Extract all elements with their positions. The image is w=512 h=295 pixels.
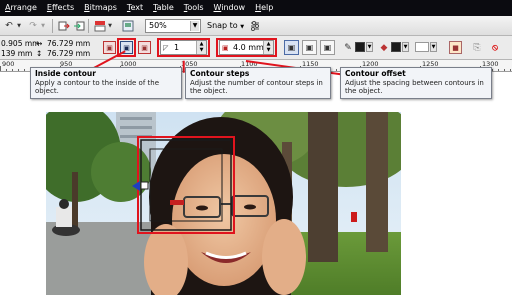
menu-bitmaps-label: itmaps (89, 3, 117, 12)
contour-offset-input[interactable]: ▣ 4.0 mm ▲ ▼ (219, 40, 274, 55)
menu-bar: Arrange Effects Bitmaps Text Table Tools… (0, 0, 512, 16)
chevron-down-icon[interactable]: ▼ (430, 42, 437, 52)
to-center-contour-icon[interactable]: ▣ (103, 41, 116, 54)
undo-dropdown-icon[interactable]: ▼ (15, 19, 23, 33)
ruler-tick (6, 69, 7, 71)
zoom-level-select[interactable]: 50% ▼ (145, 19, 201, 33)
redo-dropdown-icon[interactable]: ▼ (39, 19, 47, 33)
menu-tools[interactable]: Tools (179, 0, 209, 16)
copy-contour-icon[interactable]: ⎘ (470, 41, 484, 55)
toolbar-separator (88, 19, 89, 33)
ruler-tick (336, 69, 337, 71)
menu-window-label: indow (221, 3, 246, 12)
ruler-tick (18, 69, 19, 71)
photo-bitmap[interactable] (46, 112, 401, 295)
menu-text[interactable]: Text (122, 0, 148, 16)
chevron-down-icon[interactable]: ▼ (402, 42, 409, 52)
ruler-label: 900 (2, 60, 15, 68)
menu-help[interactable]: Help (250, 0, 278, 16)
ruler-tick (510, 69, 511, 71)
tooltip-title: Contour offset (345, 69, 406, 78)
menu-arrange-label: rrange (10, 3, 37, 12)
height-icon: ↕ (36, 49, 43, 58)
menu-window[interactable]: Window (209, 0, 251, 16)
tooltip-body: Apply a contour to the inside of the obj… (35, 78, 160, 96)
undo-icon[interactable]: ↶ (2, 19, 16, 33)
ruler-tick (498, 69, 499, 71)
contour-steps-value: 1 (174, 43, 180, 52)
ruler-tick (12, 69, 13, 71)
redo-icon[interactable]: ↷ (26, 19, 40, 33)
menu-help-label: elp (261, 3, 274, 12)
object-height-field[interactable]: 76.729 mm (47, 49, 90, 58)
fill-color-icon: ◆ (380, 43, 388, 53)
end-color-swatch[interactable] (415, 42, 429, 52)
contour-steps-input[interactable]: ◸ 1 ▲ ▼ (160, 40, 207, 55)
object-acceleration-icon[interactable]: ■ (449, 41, 462, 54)
zoom-level-value: 50% (149, 21, 167, 30)
outline-color-swatch[interactable] (355, 42, 365, 52)
steps-spinner[interactable]: ▲ ▼ (196, 41, 206, 54)
menu-table-label: able (156, 3, 174, 12)
standard-toolbar: ↶ ▼ ↷ ▼ ▼ 50% ▼ Snap to ▼ (0, 16, 512, 36)
app-window: Arrange Effects Bitmaps Text Table Tools… (0, 0, 512, 295)
menu-table[interactable]: Table (148, 0, 179, 16)
steps-icon: ◸ (163, 44, 169, 52)
linear-contour-colors-icon[interactable]: ▣ (284, 40, 299, 55)
export-icon[interactable] (72, 19, 86, 33)
menu-effects[interactable]: Effects (42, 0, 79, 16)
outside-contour-icon[interactable]: ▣ (138, 41, 151, 54)
toolbar-separator (52, 19, 53, 33)
menu-effects-label: ffects (51, 3, 75, 12)
contour-steps-tooltip: Contour steps Adjust the number of conto… (185, 67, 331, 99)
ruler-tick (24, 69, 25, 71)
menu-text-label: ext (130, 3, 144, 12)
ruler-tick (0, 66, 1, 71)
object-y-position[interactable]: 139 mm (1, 49, 32, 58)
snap-to-button[interactable]: Snap to ▼ (207, 19, 244, 34)
launcher-dropdown-icon[interactable]: ▼ (106, 19, 114, 33)
width-icon: ↔ (36, 39, 43, 48)
snap-to-label: Snap to (207, 21, 238, 30)
offset-icon: ▣ (222, 44, 229, 52)
tooltip-title: Contour steps (190, 69, 250, 78)
contour-offset-value: 4.0 mm (233, 43, 264, 52)
options-icon[interactable] (248, 19, 262, 33)
menu-tools-label: ools (187, 3, 204, 12)
menu-bitmaps[interactable]: Bitmaps (79, 0, 122, 16)
welcome-screen-icon[interactable] (121, 19, 135, 33)
inside-contour-tooltip: Inside contour Apply a contour to the in… (30, 67, 182, 99)
application-launcher-icon[interactable] (93, 19, 107, 33)
chevron-down-icon[interactable]: ▼ (366, 42, 373, 52)
object-x-position[interactable]: 0.905 mm (1, 39, 39, 48)
counterclockwise-contour-colors-icon[interactable]: ▣ (320, 40, 335, 55)
chevron-down-icon: ▼ (240, 24, 245, 30)
offset-spinner[interactable]: ▲ ▼ (263, 41, 273, 54)
ruler-tick (492, 69, 493, 71)
chevron-down-icon[interactable]: ▼ (190, 21, 199, 31)
photo-illustration (46, 112, 401, 295)
tooltip-title: Inside contour (35, 69, 96, 78)
tooltip-body: Adjust the number of contour steps in th… (190, 78, 323, 96)
contour-offset-tooltip: Contour offset Adjust the spacing betwee… (340, 67, 492, 99)
clear-contour-icon[interactable]: ⦸ (488, 41, 502, 55)
import-icon[interactable] (57, 19, 71, 33)
ruler-tick (504, 69, 505, 71)
fill-color-swatch[interactable] (391, 42, 401, 52)
outline-color-icon: ✎ (344, 43, 352, 53)
tooltip-body: Adjust the spacing between contours in t… (345, 78, 484, 96)
object-width-field[interactable]: 76.729 mm (47, 39, 90, 48)
property-bar: 0.905 mm 139 mm ↔ ↕ 76.729 mm 76.729 mm … (0, 36, 512, 60)
menu-arrange[interactable]: Arrange (0, 0, 42, 16)
clockwise-contour-colors-icon[interactable]: ▣ (302, 40, 317, 55)
